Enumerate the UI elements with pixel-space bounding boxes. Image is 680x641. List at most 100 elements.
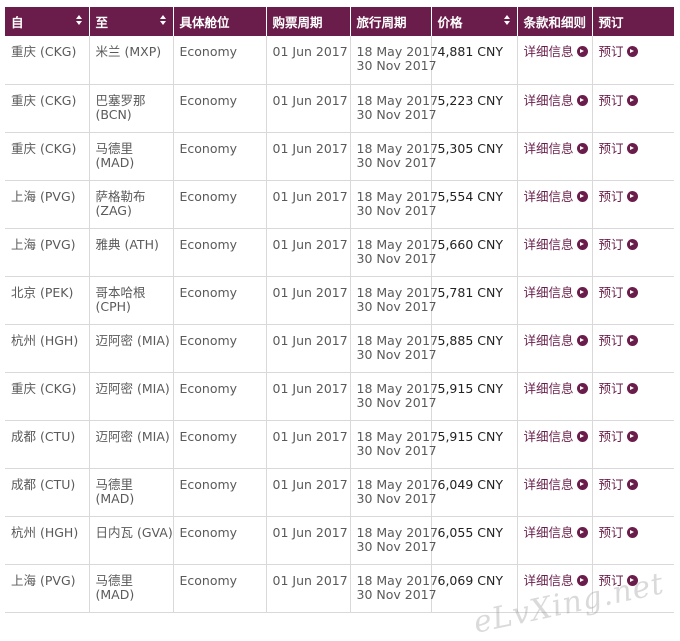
column-header-price[interactable]: 价格 [431,7,518,36]
arrow-right-circle-icon[interactable] [626,382,638,394]
cell-purchase-period: 01 Jun 2017 [266,36,351,85]
column-header-label: 具体舱位 [179,15,230,30]
fare-price: 6,055 CNY [437,524,503,540]
book-link-label: 预订 [598,236,624,252]
column-header-label: 旅行周期 [356,15,407,30]
column-header-from[interactable]: 自 [5,7,90,36]
purchase-date: 01 Jun 2017 [272,428,348,444]
destination-airport: 萨格勒布 [95,188,146,204]
arrow-right-circle-icon[interactable] [576,190,588,202]
arrow-right-circle-icon[interactable] [626,286,638,298]
destination-airport-code: (CPH) [95,298,131,314]
book-link[interactable]: 预订 [599,189,638,204]
cell-price: 5,915 CNY [431,372,518,421]
table-row: 上海 (PVG) 萨格勒布 (ZAG) Economy 01 Jun 2017 18 Ma… [5,180,674,229]
cell-book: 预订 [592,228,674,277]
cell-to: 哥本哈根 (CPH) [89,276,174,325]
cabin-class: Economy [179,476,238,492]
cell-purchase-period: 01 Jun 2017 [266,84,351,133]
details-link[interactable]: 详细信息 [524,381,588,396]
book-link[interactable]: 预订 [599,44,638,59]
details-link-label: 详细信息 [523,572,574,588]
book-link-label: 预订 [598,284,624,300]
arrow-right-circle-icon[interactable] [576,526,588,538]
arrow-right-circle-icon[interactable] [626,574,638,586]
destination-airport-code: (MAD) [95,586,135,602]
book-link[interactable]: 预订 [599,525,638,540]
cell-purchase-period: 01 Jun 2017 [266,324,351,373]
cell-travel-period: 18 May 2017 30 Nov 2017 [350,228,438,277]
details-link[interactable]: 详细信息 [524,477,588,492]
book-link-label: 预订 [598,428,624,444]
details-link[interactable]: 详细信息 [524,189,588,204]
book-link[interactable]: 预订 [599,429,638,444]
details-link[interactable]: 详细信息 [524,285,588,300]
arrow-right-circle-icon[interactable] [626,142,638,154]
sort-arrows-icon[interactable] [75,15,82,27]
fare-price: 5,305 CNY [437,140,503,156]
arrow-right-circle-icon[interactable] [626,238,638,250]
arrow-right-circle-icon[interactable] [576,46,588,57]
cell-terms: 详细信息 [517,372,593,421]
table-row: 重庆 (CKG) 巴塞罗那 (BCN) Economy 01 Jun 2017 18 Ma… [5,84,674,133]
travel-start-date: 18 May 2017 [356,332,439,348]
book-link[interactable]: 预订 [599,285,638,300]
arrow-right-circle-icon[interactable] [626,478,638,490]
arrow-right-circle-icon[interactable] [576,286,588,298]
cell-to: 马德里 (MAD) [89,564,174,613]
column-header-to[interactable]: 至 [89,7,174,36]
details-link[interactable]: 详细信息 [524,525,588,540]
table-row: 杭州 (HGH) 日内瓦 (GVA) Economy 01 Jun 2017 18 Ma… [5,516,674,565]
arrow-right-circle-icon[interactable] [626,430,638,442]
details-link[interactable]: 详细信息 [524,429,588,444]
destination-airport: 米兰 (MXP) [95,44,162,59]
arrow-right-circle-icon[interactable] [576,382,588,394]
book-link[interactable]: 预订 [599,237,638,252]
details-link[interactable]: 详细信息 [524,141,588,156]
arrow-right-circle-icon[interactable] [576,142,588,154]
arrow-right-circle-icon[interactable] [626,46,638,57]
fare-table-container: 自 至 具体舱位 购票周期 旅行周期 价格 条款和细则 预订 重庆 (CKG) 米兰 (MXP)… [5,7,674,613]
fare-price: 5,885 CNY [437,332,503,348]
arrow-right-circle-icon[interactable] [626,190,638,202]
details-link[interactable]: 详细信息 [524,333,588,348]
book-link[interactable]: 预订 [599,381,638,396]
cell-price: 6,049 CNY [431,468,518,517]
arrow-right-circle-icon[interactable] [576,334,588,346]
book-link[interactable]: 预订 [599,333,638,348]
travel-start-date: 18 May 2017 [356,380,439,396]
cell-cabin: Economy [173,180,267,229]
travel-end-date: 30 Nov 2017 [356,394,437,410]
arrow-right-circle-icon[interactable] [576,238,588,250]
sort-arrows-icon[interactable] [503,15,510,27]
book-link[interactable]: 预订 [599,141,638,156]
details-link[interactable]: 详细信息 [524,44,588,59]
arrow-right-circle-icon[interactable] [626,526,638,538]
details-link[interactable]: 详细信息 [524,573,588,588]
origin-airport: 重庆 (CKG) [11,380,77,396]
book-link[interactable]: 预订 [599,477,638,492]
travel-end-date: 30 Nov 2017 [356,250,437,266]
sort-arrows-icon[interactable] [159,15,166,27]
arrow-right-circle-icon[interactable] [626,94,638,106]
arrow-right-circle-icon[interactable] [576,94,588,106]
travel-end-date: 30 Nov 2017 [356,490,437,506]
book-link[interactable]: 预订 [599,93,638,108]
cell-to: 巴塞罗那 (BCN) [89,84,174,133]
arrow-right-circle-icon[interactable] [576,430,588,442]
origin-airport: 杭州 (HGH) [11,524,79,540]
arrow-right-circle-icon[interactable] [626,334,638,346]
cabin-class: Economy [179,188,238,204]
cell-book: 预订 [592,468,674,517]
arrow-right-circle-icon[interactable] [576,574,588,586]
cell-purchase-period: 01 Jun 2017 [266,132,351,181]
cell-from: 上海 (PVG) [5,228,90,277]
cell-cabin: Economy [173,36,267,85]
cell-travel-period: 18 May 2017 30 Nov 2017 [350,84,438,133]
origin-airport: 重庆 (CKG) [11,140,77,156]
details-link[interactable]: 详细信息 [524,93,588,108]
book-link[interactable]: 预订 [599,573,638,588]
arrow-right-circle-icon[interactable] [576,478,588,490]
details-link[interactable]: 详细信息 [524,237,588,252]
cell-from: 成都 (CTU) [5,468,90,517]
